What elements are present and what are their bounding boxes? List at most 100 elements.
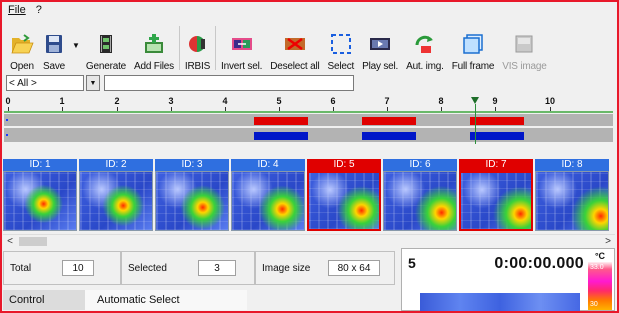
filter-row: < All > ▼ — [2, 72, 617, 94]
menu-help[interactable]: ? — [36, 4, 42, 16]
save-label: Save — [43, 61, 65, 72]
thumbnail-strip: ID: 1 ID: 2 ID: 3 ID: 4 ID: 5 ID: 6 ID: 7 ID: 8 — [3, 159, 615, 233]
thermal-thumbnail-image — [307, 171, 381, 231]
image-size-value: 80 x 64 — [328, 260, 380, 276]
thermal-thumbnail-image — [535, 171, 609, 231]
floppy-disk-icon — [42, 33, 66, 55]
selection-bar[interactable] — [362, 117, 416, 125]
open-label: Open — [10, 61, 34, 72]
thumbnail-id-label: ID: 2 — [79, 159, 153, 171]
temperature-scale: °C 33.0 30 — [588, 251, 612, 310]
thermal-thumbnail-image — [231, 171, 305, 231]
thumbnail[interactable]: ID: 2 — [79, 159, 153, 233]
tick-label: 7 — [384, 96, 390, 106]
select-button[interactable]: Select — [324, 22, 359, 72]
thumbnail[interactable]: ID: 3 — [155, 159, 229, 233]
thumbnail[interactable]: ID: 6 — [383, 159, 457, 233]
invert-selection-label: Invert sel. — [221, 61, 263, 72]
selection-bar[interactable] — [470, 117, 524, 125]
thumbnail-id-label: ID: 1 — [3, 159, 77, 171]
thumbnail-id-label: ID: 8 — [535, 159, 609, 171]
thumbnail[interactable]: ID: 4 — [231, 159, 305, 233]
film-generate-icon — [94, 33, 118, 55]
scroll-right-icon[interactable]: > — [601, 235, 615, 248]
total-value: 10 — [62, 260, 94, 276]
control-row: Control Automatic Select — [3, 290, 247, 310]
menu-file[interactable]: File — [8, 4, 26, 16]
irbis-label: IRBIS — [184, 61, 211, 72]
folder-open-icon — [10, 33, 34, 55]
stats-row: Total 10 Selected 3 Image size 80 x 64 — [3, 251, 395, 287]
tick-label: 8 — [438, 96, 444, 106]
toolbar-separator — [215, 26, 217, 70]
irbis-button[interactable]: IRBIS — [181, 22, 214, 72]
thermal-thumbnail-image — [383, 171, 457, 231]
thumbnail[interactable]: ID: 5 — [307, 159, 381, 233]
total-label: Total — [10, 262, 32, 274]
tick-label: 9 — [492, 96, 498, 106]
stat-selected: Selected 3 — [121, 251, 255, 285]
horizontal-scrollbar[interactable]: < > — [3, 234, 615, 248]
thumbnail-id-label: ID: 5 — [307, 159, 381, 171]
timestamp: 0:00:00.000 — [494, 255, 584, 272]
generate-label: Generate — [85, 61, 127, 72]
chevron-down-icon[interactable]: ▼ — [86, 75, 100, 91]
deselect-all-label: Deselect all — [270, 61, 320, 72]
toolbar-separator — [178, 26, 180, 70]
frame-number: 5 — [408, 255, 416, 271]
control-mode[interactable]: Automatic Select — [85, 290, 247, 310]
filter-text-field[interactable] — [104, 75, 354, 91]
deselect-all-icon — [283, 33, 307, 55]
scale-gradient: 33.0 30 — [588, 262, 612, 310]
irbis-logo-icon — [185, 33, 209, 55]
selected-value: 3 — [198, 260, 236, 276]
full-frame-button[interactable]: Full frame — [448, 22, 498, 72]
invert-selection-button[interactable]: Invert sel. — [217, 22, 266, 72]
timeline[interactable]: 0 1 2 3 4 5 6 7 8 9 10 — [4, 96, 613, 144]
thumbnail-id-label: ID: 4 — [231, 159, 305, 171]
full-frame-icon — [461, 33, 485, 55]
position-marker-icon[interactable] — [471, 97, 479, 104]
deselect-all-button[interactable]: Deselect all — [266, 22, 323, 72]
frame-bar[interactable] — [362, 132, 416, 140]
automatic-image-button[interactable]: Aut. img. — [402, 22, 448, 72]
play-selection-label: Play sel. — [362, 61, 399, 72]
thermal-thumbnail-image — [155, 171, 229, 231]
generate-button[interactable]: Generate — [82, 22, 130, 72]
image-size-label: Image size — [262, 262, 311, 274]
thumbnail[interactable]: ID: 7 — [459, 159, 533, 233]
scrollbar-thumb[interactable] — [19, 237, 47, 246]
thumbnail[interactable]: ID: 1 — [3, 159, 77, 233]
thermal-preview-image[interactable] — [420, 293, 580, 311]
tick-label: 0 — [5, 96, 11, 106]
add-files-icon — [142, 33, 166, 55]
stat-total: Total 10 — [3, 251, 121, 285]
toolbar: Open Save ▼ Generate Add Files IRBIS Inv… — [2, 18, 617, 72]
scale-unit: °C — [594, 251, 606, 261]
play-selection-icon — [368, 33, 392, 55]
play-selection-button[interactable]: Play sel. — [358, 22, 402, 72]
frame-bar[interactable] — [470, 132, 524, 140]
save-dropdown-arrow[interactable]: ▼ — [72, 41, 80, 50]
tick-label: 10 — [544, 96, 556, 106]
timeline-green-line — [4, 111, 613, 113]
thumbnail[interactable]: ID: 8 — [535, 159, 609, 233]
save-button[interactable]: Save — [38, 22, 70, 72]
automatic-image-icon — [413, 33, 437, 55]
scroll-left-icon[interactable]: < — [3, 235, 17, 248]
tick-label: 1 — [59, 96, 65, 106]
selection-bar[interactable] — [254, 117, 308, 125]
timeline-ruler: 0 1 2 3 4 5 6 7 8 9 10 — [4, 96, 613, 111]
preview-panel: 5 0:00:00.000 °C 33.0 30 — [401, 248, 615, 311]
thumbnail-id-label: ID: 6 — [383, 159, 457, 171]
frame-bar[interactable] — [254, 132, 308, 140]
thermal-thumbnail-image — [3, 171, 77, 231]
group-combo[interactable]: < All > — [6, 75, 84, 91]
full-frame-label: Full frame — [451, 61, 495, 72]
stats-panel: Total 10 Selected 3 Image size 80 x 64 C… — [3, 248, 395, 311]
position-marker-line — [475, 104, 476, 144]
vis-image-button[interactable]: VIS image — [498, 22, 550, 72]
control-tab[interactable]: Control — [3, 290, 85, 310]
add-files-button[interactable]: Add Files — [130, 22, 178, 72]
open-button[interactable]: Open — [6, 22, 38, 72]
